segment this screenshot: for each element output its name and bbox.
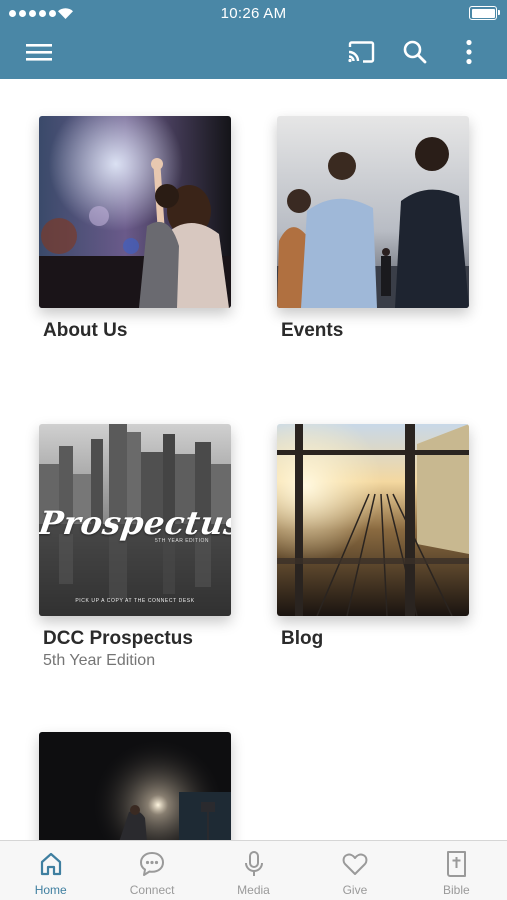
prospectus-tagline: PICK UP A COPY AT THE CONNECT DESK [75, 598, 195, 604]
tile-title: Events [281, 320, 344, 341]
microphone-icon [244, 851, 263, 876]
tile-blog[interactable]: Blog [277, 424, 469, 650]
prospectus-image: Prospectus 5TH YEAR EDITION PICK UP A CO… [39, 424, 231, 616]
tab-label: Give [342, 883, 368, 897]
battery-icon [469, 6, 500, 20]
more-vertical-icon [466, 39, 472, 65]
prospectus-edition-text: 5TH YEAR EDITION [154, 538, 209, 544]
heart-icon [342, 853, 368, 875]
tab-label: Connect [129, 883, 175, 897]
stage-image [39, 732, 231, 840]
menu-icon [26, 44, 52, 61]
menu-button[interactable] [22, 36, 56, 68]
cast-button[interactable] [344, 36, 378, 68]
search-icon [403, 40, 427, 64]
tile-events[interactable]: Events [277, 116, 469, 342]
cast-icon [348, 41, 375, 63]
blog-image [277, 424, 469, 616]
tile-title: Blog [281, 628, 324, 649]
chat-bubble-icon [140, 852, 165, 876]
tile-title: About Us [43, 320, 128, 341]
tab-home[interactable]: Home [0, 841, 101, 900]
prospectus-wordmark: Prospectus [39, 504, 231, 542]
events-image [277, 116, 469, 308]
more-options-button[interactable] [452, 36, 486, 68]
tile-about-us[interactable]: About Us [39, 116, 231, 342]
about-us-image [39, 116, 231, 308]
search-button[interactable] [398, 36, 432, 68]
tile-dcc-prospectus[interactable]: Prospectus 5TH YEAR EDITION PICK UP A CO… [39, 424, 231, 670]
tile-grid: About Us Events Prospectus 5TH YEAR EDIT… [0, 79, 507, 840]
status-time: 10:26 AM [220, 5, 287, 22]
tab-label: Home [34, 883, 67, 897]
tile-title: DCC Prospectus [43, 628, 193, 649]
tab-connect[interactable]: Connect [101, 841, 202, 900]
tile-subtitle: 5th Year Edition [43, 652, 156, 669]
status-bar: 10:26 AM [0, 0, 507, 28]
tab-label: Bible [442, 883, 470, 897]
tab-bar: Home Connect Media Give Bible [0, 840, 507, 900]
home-icon [40, 852, 61, 876]
bible-icon [447, 851, 467, 877]
tile-media-stage[interactable] [39, 732, 231, 840]
tab-bible[interactable]: Bible [406, 841, 507, 900]
tab-give[interactable]: Give [304, 841, 405, 900]
tab-label: Media [237, 883, 270, 897]
app-header: 10:26 AM [0, 0, 507, 79]
tab-media[interactable]: Media [203, 841, 304, 900]
